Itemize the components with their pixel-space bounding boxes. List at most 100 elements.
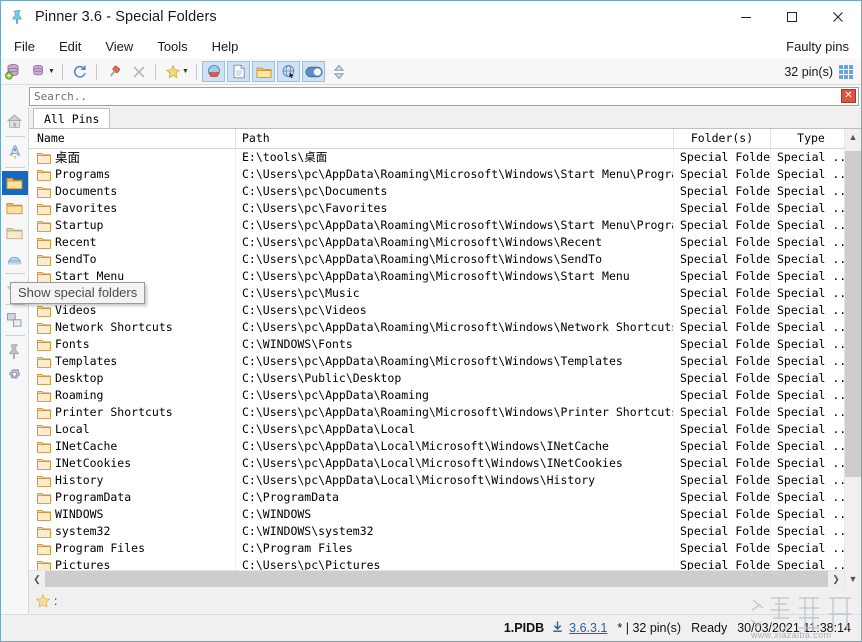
cell-path[interactable]: C:\WINDOWS xyxy=(236,506,674,523)
cell-type[interactable]: Special ... xyxy=(771,200,844,217)
cell-folders[interactable]: Special Folder xyxy=(674,319,771,336)
cell-type[interactable]: Special ... xyxy=(771,421,844,438)
cell-folders[interactable]: Special Folder xyxy=(674,404,771,421)
cell-type[interactable]: Special ... xyxy=(771,285,844,302)
sidebar-item-folders[interactable] xyxy=(2,196,28,220)
table-row[interactable]: SendToC:\Users\pc\AppData\Roaming\Micros… xyxy=(29,251,844,268)
cell-folders[interactable]: Special Folder xyxy=(674,506,771,523)
cell-type[interactable]: Special ... xyxy=(771,302,844,319)
cell-path[interactable]: C:\Users\pc\AppData\Roaming\Microsoft\Wi… xyxy=(236,217,674,234)
add-database-icon[interactable] xyxy=(2,61,25,82)
cell-type[interactable]: Special ... xyxy=(771,319,844,336)
cell-path[interactable]: C:\Users\pc\AppData\Roaming\Microsoft\Wi… xyxy=(236,319,674,336)
cell-folders[interactable]: Special Folder xyxy=(674,251,771,268)
hscroll-track[interactable] xyxy=(45,571,828,587)
cell-path[interactable]: C:\Users\pc\AppData\Roaming\Microsoft\Wi… xyxy=(236,234,674,251)
sidebar-item-settings[interactable] xyxy=(2,364,28,388)
cell-name[interactable]: Roaming xyxy=(29,387,236,404)
sidebar-item-urls[interactable] xyxy=(2,246,28,270)
table-row[interactable]: RoamingC:\Users\pc\AppData\RoamingSpecia… xyxy=(29,387,844,404)
cell-folders[interactable]: Special Folder xyxy=(674,489,771,506)
menu-view[interactable]: View xyxy=(94,36,144,57)
cell-folders[interactable]: Special Folder xyxy=(674,285,771,302)
table-row[interactable]: FontsC:\WINDOWS\FontsSpecial FolderSpeci… xyxy=(29,336,844,353)
column-header-folders[interactable]: Folder(s) xyxy=(674,129,771,148)
cell-name[interactable]: Desktop xyxy=(29,370,236,387)
cell-folders[interactable]: Special Folder xyxy=(674,557,771,570)
table-row[interactable]: DocumentsC:\Users\pc\DocumentsSpecial Fo… xyxy=(29,183,844,200)
cell-type[interactable]: Special ... xyxy=(771,506,844,523)
table-row[interactable]: MusicC:\Users\pc\MusicSpecial FolderSpec… xyxy=(29,285,844,302)
grid-view-icon[interactable] xyxy=(839,65,853,79)
cell-name[interactable]: Printer Shortcuts xyxy=(29,404,236,421)
table-row[interactable]: StartupC:\Users\pc\AppData\Roaming\Micro… xyxy=(29,217,844,234)
column-header-path[interactable]: Path xyxy=(236,129,674,148)
cell-type[interactable]: Special ... xyxy=(771,472,844,489)
cell-name[interactable]: Network Shortcuts xyxy=(29,319,236,336)
cell-type[interactable]: Special ... xyxy=(771,540,844,557)
cell-folders[interactable]: Special Folder xyxy=(674,336,771,353)
download-icon[interactable] xyxy=(551,620,564,636)
menu-help[interactable]: Help xyxy=(201,36,250,57)
maximize-button[interactable] xyxy=(769,1,815,33)
cell-path[interactable]: C:\Program Files xyxy=(236,540,674,557)
cell-name[interactable]: system32 xyxy=(29,523,236,540)
tab-all-pins[interactable]: All Pins xyxy=(33,108,110,128)
sidebar-item-home[interactable] xyxy=(2,109,28,133)
cell-folders[interactable]: Special Folder xyxy=(674,421,771,438)
cell-path[interactable]: C:\Users\pc\AppData\Local\Microsoft\Wind… xyxy=(236,438,674,455)
cell-type[interactable]: Special ... xyxy=(771,387,844,404)
minimize-button[interactable] xyxy=(723,1,769,33)
cell-type[interactable]: Special ... xyxy=(771,217,844,234)
table-row[interactable]: ProgramDataC:\ProgramDataSpecial FolderS… xyxy=(29,489,844,506)
cell-folders[interactable]: Special Folder xyxy=(674,438,771,455)
cell-path[interactable]: C:\Users\pc\AppData\Roaming\Microsoft\Wi… xyxy=(236,353,674,370)
cell-path[interactable]: C:\Users\pc\AppData\Roaming\Microsoft\Wi… xyxy=(236,268,674,285)
cell-folders[interactable]: Special Folder xyxy=(674,523,771,540)
cell-folders[interactable]: Special Folder xyxy=(674,302,771,319)
cell-path[interactable]: C:\Users\pc\AppData\Roaming\Microsoft\Wi… xyxy=(236,251,674,268)
show-files-icon[interactable] xyxy=(227,61,250,82)
show-special-folders-icon[interactable] xyxy=(202,61,225,82)
cell-type[interactable]: Special ... xyxy=(771,557,844,570)
toggle-switch-icon[interactable] xyxy=(302,61,325,82)
cell-name[interactable]: Program Files xyxy=(29,540,236,557)
cell-folders[interactable]: Special Folder xyxy=(674,387,771,404)
menu-edit[interactable]: Edit xyxy=(48,36,92,57)
cell-name[interactable]: History xyxy=(29,472,236,489)
cell-name[interactable]: Videos xyxy=(29,302,236,319)
cell-name[interactable]: INetCache xyxy=(29,438,236,455)
delete-icon[interactable] xyxy=(127,61,150,82)
cell-path[interactable]: C:\ProgramData xyxy=(236,489,674,506)
cell-path[interactable]: C:\Users\Public\Desktop xyxy=(236,370,674,387)
cell-name[interactable]: Templates xyxy=(29,353,236,370)
database-icon[interactable] xyxy=(27,61,50,82)
menu-file[interactable]: File xyxy=(3,36,46,57)
table-row[interactable]: INetCookiesC:\Users\pc\AppData\Local\Mic… xyxy=(29,455,844,472)
cell-folders[interactable]: Special Folder xyxy=(674,149,771,166)
table-row[interactable]: RecentC:\Users\pc\AppData\Roaming\Micros… xyxy=(29,234,844,251)
column-header-name[interactable]: Name xyxy=(29,129,236,148)
cell-folders[interactable]: Special Folder xyxy=(674,234,771,251)
cell-type[interactable]: Special ... xyxy=(771,251,844,268)
cell-path[interactable]: C:\Users\pc\Favorites xyxy=(236,200,674,217)
vscroll-thumb[interactable] xyxy=(845,151,861,477)
cell-type[interactable]: Special ... xyxy=(771,404,844,421)
cell-path[interactable]: E:\tools\桌面 xyxy=(236,149,674,166)
sidebar-item-pins[interactable] xyxy=(2,339,28,363)
table-row[interactable]: LocalC:\Users\pc\AppData\LocalSpecial Fo… xyxy=(29,421,844,438)
vscroll-track[interactable] xyxy=(845,145,861,571)
clear-search-button[interactable]: ✕ xyxy=(841,89,856,103)
cell-folders[interactable]: Special Folder xyxy=(674,200,771,217)
cell-folders[interactable]: Special Folder xyxy=(674,268,771,285)
cell-folders[interactable]: Special Folder xyxy=(674,166,771,183)
cell-path[interactable]: C:\Users\pc\AppData\Roaming\Microsoft\Wi… xyxy=(236,166,674,183)
cell-name[interactable]: Favorites xyxy=(29,200,236,217)
cell-type[interactable]: Special ... xyxy=(771,268,844,285)
sidebar-item-groups[interactable] xyxy=(2,308,28,332)
table-row[interactable]: Program FilesC:\Program FilesSpecial Fol… xyxy=(29,540,844,557)
cell-folders[interactable]: Special Folder xyxy=(674,455,771,472)
status-version-link[interactable]: 3.6.3.1 xyxy=(569,621,607,635)
cell-folders[interactable]: Special Folder xyxy=(674,370,771,387)
show-urls-icon[interactable] xyxy=(277,61,300,82)
